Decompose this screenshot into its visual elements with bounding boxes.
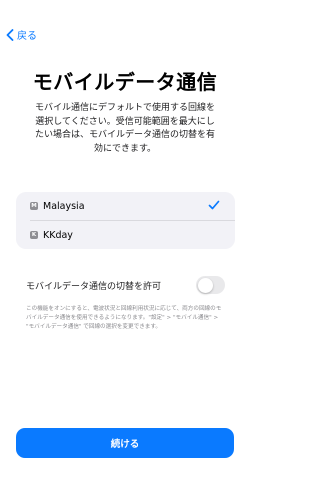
line-option-label: KKday xyxy=(43,229,73,241)
data-switching-label: モバイルデータ通信の切替を許可 xyxy=(26,281,162,292)
line-option-label: Malaysia xyxy=(43,200,85,212)
page-title: モバイルデータ通信 xyxy=(32,70,218,94)
data-switching-footnote: この機能をオンにすると、電波状況と回線利用状況に応じて、両方の回線のモバイルデー… xyxy=(26,306,222,330)
line-option-malaysia[interactable]: M Malaysia xyxy=(16,192,235,220)
line-list: M Malaysia K KKday xyxy=(16,192,235,249)
sim-badge-icon: K xyxy=(30,231,38,239)
line-option-kkday[interactable]: K KKday xyxy=(16,221,235,249)
data-switching-toggle[interactable] xyxy=(196,276,225,294)
data-switching-row: モバイルデータ通信の切替を許可 xyxy=(16,276,235,294)
continue-button[interactable]: 続ける xyxy=(16,428,234,458)
page-description: モバイル通信にデフォルトで使用する回線を選択してください。受信可能範囲を最大にし… xyxy=(34,103,215,154)
checkmark-icon xyxy=(208,200,220,210)
back-button[interactable]: 戻る xyxy=(6,27,37,42)
back-label: 戻る xyxy=(17,31,37,42)
chevron-left-icon xyxy=(6,28,14,41)
toggle-knob xyxy=(197,277,213,293)
sim-badge-icon: M xyxy=(30,202,38,210)
